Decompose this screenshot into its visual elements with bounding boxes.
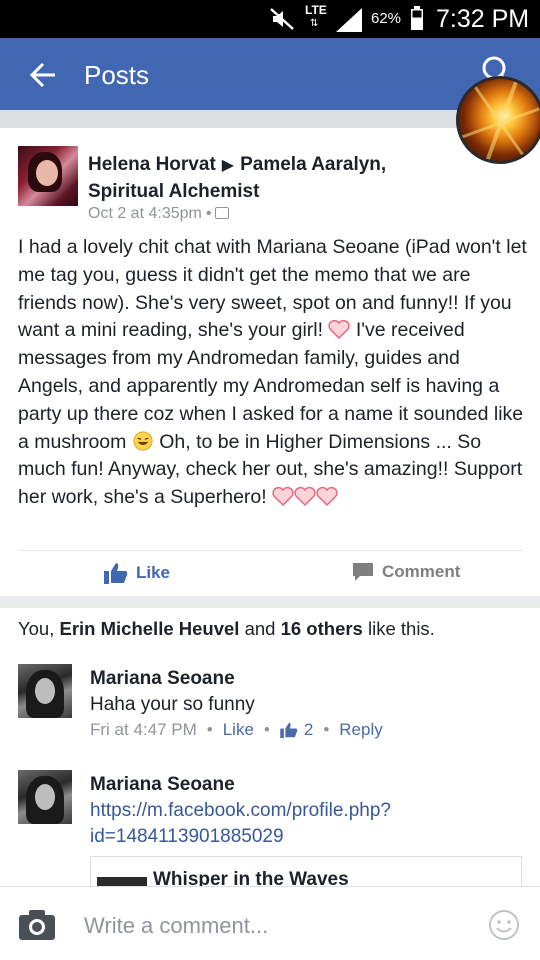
app-bar: Posts: [0, 38, 540, 110]
status-bar: LTE ⇅ 62% 7:32 PM: [0, 0, 540, 38]
share-target-arrow-icon: ▶: [221, 157, 235, 174]
data-arrows-icon: ⇅: [310, 18, 319, 29]
heart-emoji: [294, 487, 316, 507]
post-recipient-name[interactable]: Pamela Aaralyn,: [240, 154, 386, 175]
signal-icon: [336, 8, 362, 32]
comment-author-name[interactable]: Mariana Seoane: [90, 668, 235, 690]
comment-reply-link[interactable]: Reply: [339, 720, 382, 740]
comment-input[interactable]: [84, 911, 454, 941]
comment-button-label: Comment: [382, 562, 461, 581]
heart-emoji: [328, 320, 351, 340]
comment-link-line2[interactable]: id=1484113901885029: [90, 826, 284, 847]
page-title: Posts: [84, 60, 150, 90]
audience-icon: [215, 207, 230, 219]
back-arrow-icon[interactable]: [28, 60, 58, 90]
comment-button[interactable]: Comment: [352, 562, 460, 582]
comment-time: Fri at 4:47 PM: [90, 720, 197, 739]
post-author-name[interactable]: Helena Horvat: [88, 154, 216, 175]
comment-like-count[interactable]: 2: [304, 720, 313, 740]
heart-emoji: [316, 487, 338, 507]
post-timestamp[interactable]: Oct 2 at 4:35pm: [88, 205, 202, 222]
comment-meta: Fri at 4:47 PM • Like • 2 • Reply: [90, 720, 383, 740]
laughing-emoji: [133, 431, 153, 451]
likes-person: Erin Michelle Heuvel: [59, 618, 240, 639]
chat-head-avatar[interactable]: [456, 76, 540, 164]
comment-text: Haha your so funny: [90, 694, 255, 715]
post-meta: Oct 2 at 4:35pm •: [88, 205, 230, 223]
comment-link-line1[interactable]: https://m.facebook.com/profile.php?: [90, 800, 391, 821]
comment-icon: [353, 563, 373, 581]
comment-author-name[interactable]: Mariana Seoane: [90, 774, 235, 796]
battery-icon: [411, 6, 423, 30]
clock: 7:32 PM: [436, 5, 530, 33]
post-recipient-name-cont[interactable]: Spiritual Alchemist: [88, 181, 259, 202]
likes-summary[interactable]: You, Erin Michelle Heuvel and 16 others …: [18, 618, 435, 640]
likes-others: 16 others: [280, 618, 363, 639]
network-type: LTE: [305, 3, 327, 17]
comment-author-avatar[interactable]: [18, 664, 72, 718]
comment-author-avatar[interactable]: [18, 770, 72, 824]
post-actions-divider: [18, 550, 522, 551]
post-author-avatar[interactable]: [18, 146, 78, 206]
like-button-label: Like: [136, 563, 171, 582]
likes-prefix: You,: [18, 618, 60, 639]
likes-suffix: like this.: [362, 618, 435, 639]
battery-percent: 62%: [371, 10, 402, 27]
thumbs-up-icon: [104, 563, 128, 584]
comment-like-link[interactable]: Like: [223, 720, 254, 740]
like-button[interactable]: Like: [104, 562, 170, 584]
comment-link[interactable]: https://m.facebook.com/profile.php? id=1…: [90, 798, 510, 850]
camera-icon[interactable]: [18, 909, 56, 941]
thumbs-up-icon: [280, 722, 298, 738]
post-body: I had a lovely chit chat with Mariana Se…: [18, 234, 528, 512]
comment-composer: [0, 886, 540, 960]
mute-icon: [270, 8, 294, 30]
heart-emoji: [272, 487, 294, 507]
likes-and: and: [239, 618, 281, 639]
emoji-icon[interactable]: [488, 909, 520, 941]
section-divider: [0, 596, 540, 608]
post-author-line: Helena Horvat ▶ Pamela Aaralyn, Spiritual …: [88, 152, 508, 205]
